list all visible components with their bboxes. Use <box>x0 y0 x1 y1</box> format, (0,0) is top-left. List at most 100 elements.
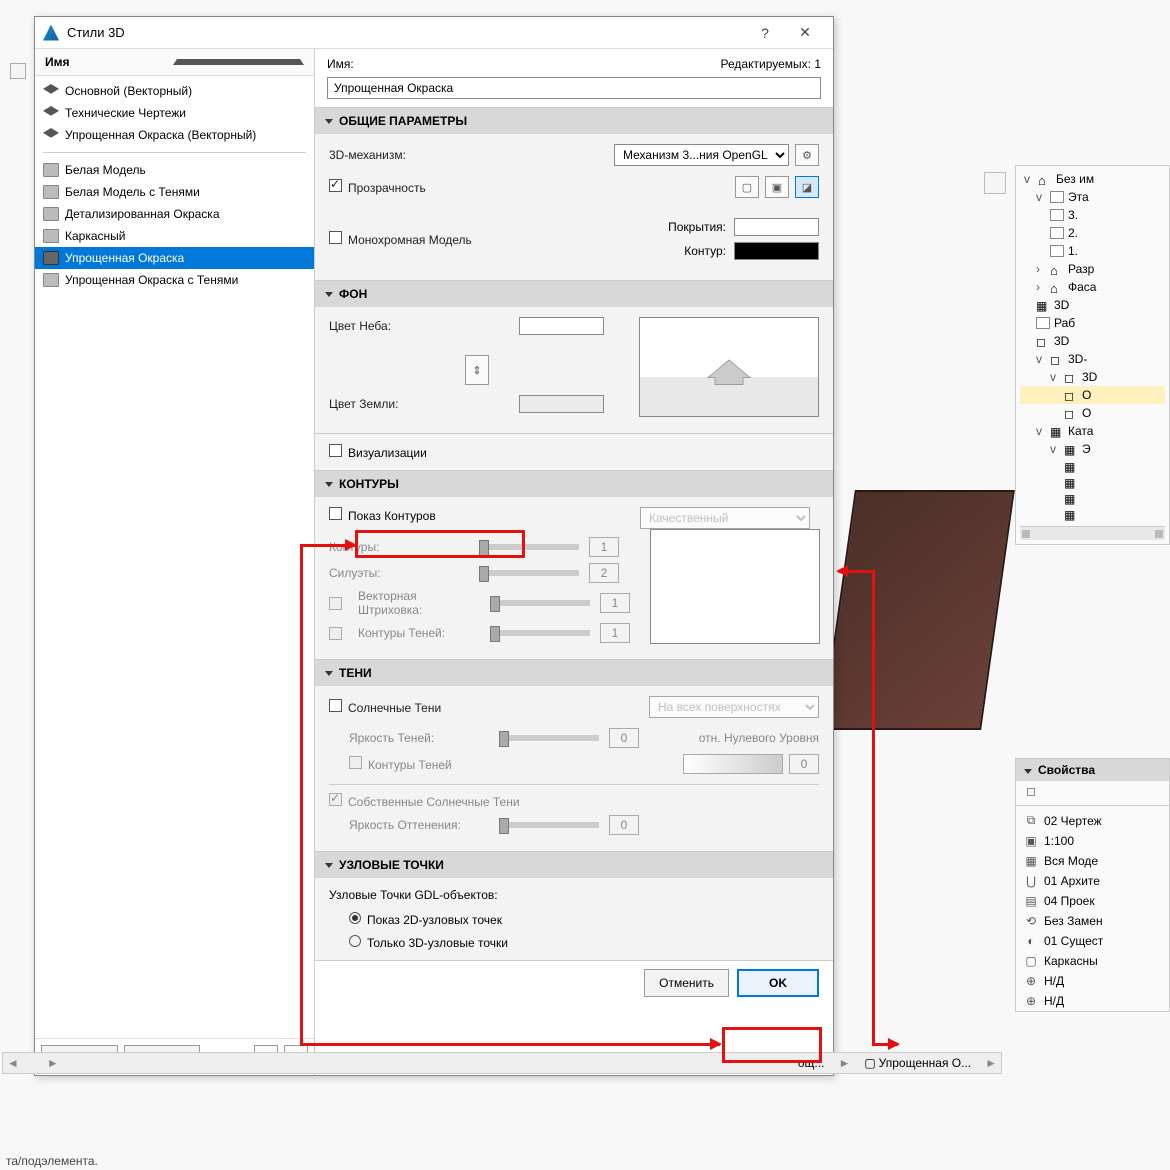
list-item[interactable]: Детализированная Окраска <box>35 203 314 225</box>
grid-icon <box>1064 443 1078 455</box>
style-icon <box>43 106 59 120</box>
style-icon <box>43 273 59 287</box>
props-item[interactable]: ⟲Без Замен <box>1016 911 1169 931</box>
transparency-mode-3-icon[interactable]: ◪ <box>795 176 819 198</box>
nav-item[interactable]: О <box>1020 404 1165 422</box>
gear-icon[interactable]: ⚙ <box>795 144 819 166</box>
props-header[interactable]: Свойства <box>1016 759 1169 781</box>
contours-value[interactable]: 1 <box>589 537 619 557</box>
list-item[interactable]: Белая Модель с Тенями <box>35 181 314 203</box>
nav-item[interactable] <box>1020 490 1165 506</box>
nav-item[interactable] <box>1020 506 1165 522</box>
nav-item[interactable]: vЭ <box>1020 440 1165 458</box>
status-bar: та/подэлемента. <box>0 1154 98 1168</box>
show-contours-checkbox[interactable] <box>329 507 342 520</box>
radio-2d-label: Показ 2D-узловых точек <box>367 913 502 927</box>
coating-swatch[interactable] <box>734 218 819 236</box>
nav-item[interactable]: v3D- <box>1020 350 1165 368</box>
name-input[interactable] <box>327 77 821 99</box>
nav-item[interactable]: 3. <box>1020 206 1165 224</box>
list-item-selected[interactable]: Упрощенная Окраска <box>35 247 314 269</box>
list-header[interactable]: Имя <box>35 49 314 76</box>
nav-item[interactable]: Раб <box>1020 314 1165 332</box>
list-item[interactable]: Белая Модель <box>35 159 314 181</box>
ground-swatch[interactable] <box>519 395 604 413</box>
cube-icon <box>1064 389 1078 401</box>
props-item[interactable]: ⊕Н/Д <box>1016 991 1169 1011</box>
list-item[interactable]: Технические Чертежи <box>35 102 314 124</box>
tab-prev-icon[interactable]: ◄ <box>7 1056 19 1070</box>
props-item[interactable]: ⋃01 Архите <box>1016 871 1169 891</box>
list-item[interactable]: Каркасный <box>35 225 314 247</box>
nav-item-selected[interactable]: О <box>1020 386 1165 404</box>
nav-item[interactable]: 3D <box>1020 332 1165 350</box>
list-item[interactable]: Упрощенная Окраска (Векторный) <box>35 124 314 146</box>
props-item[interactable]: ▣1:100 <box>1016 831 1169 851</box>
annotation-arrow <box>838 570 873 573</box>
shadow-contour-slider <box>490 630 590 636</box>
scrollbar-h[interactable] <box>1020 526 1165 540</box>
nav-item[interactable]: 3D <box>1020 296 1165 314</box>
navigator-view-icon[interactable] <box>984 172 1006 194</box>
props-item[interactable]: ⧉02 Чертеж <box>1016 810 1169 831</box>
tab[interactable]: ощ... <box>790 1054 833 1072</box>
close-button[interactable]: ✕ <box>785 24 825 41</box>
nav-item[interactable]: ›Разр <box>1020 260 1165 278</box>
list-item[interactable]: Упрощенная Окраска с Тенями <box>35 269 314 291</box>
transparency-mode-1-icon[interactable]: ▢ <box>735 176 759 198</box>
section-shadows-header[interactable]: ТЕНИ <box>315 660 833 686</box>
mono-checkbox[interactable] <box>329 231 342 244</box>
ok-button[interactable]: OK <box>737 969 819 997</box>
tab[interactable]: ▢ Упрощенная О... <box>856 1054 979 1072</box>
help-button[interactable]: ? <box>745 25 785 41</box>
radio-3d[interactable] <box>349 935 361 947</box>
nav-item[interactable]: 2. <box>1020 224 1165 242</box>
shadow-contour-value: 1 <box>600 623 630 643</box>
engine-select[interactable]: Механизм 3...ния OpenGL <box>614 144 789 166</box>
nav-item[interactable]: vКата <box>1020 422 1165 440</box>
cancel-button[interactable]: Отменить <box>644 969 729 997</box>
sun-shadow-checkbox[interactable] <box>329 699 342 712</box>
section-general-header[interactable]: ОБЩИЕ ПАРАМЕТРЫ <box>315 108 833 134</box>
nav-root[interactable]: vБез им <box>1020 170 1165 188</box>
props-item[interactable]: ⊕Н/Д <box>1016 971 1169 991</box>
props-item[interactable]: ◻ <box>1016 781 1169 801</box>
nav-item[interactable]: ›Фаса <box>1020 278 1165 296</box>
list-item[interactable]: Основной (Векторный) <box>35 80 314 102</box>
section-background-header[interactable]: ФОН <box>315 281 833 307</box>
radio-2d[interactable] <box>349 912 361 924</box>
transparency-checkbox[interactable] <box>329 179 342 192</box>
silhouette-value[interactable]: 2 <box>589 563 619 583</box>
transparency-mode-2-icon[interactable]: ▣ <box>765 176 789 198</box>
vector-hatch-slider <box>490 600 590 606</box>
cube-icon <box>1064 407 1078 419</box>
silhouette-slider[interactable] <box>479 570 579 576</box>
link-icon[interactable]: ⇕ <box>465 355 489 385</box>
contours-slider[interactable] <box>479 544 579 550</box>
styles-3d-dialog: Стили 3D ? ✕ Имя Основной (Векторный) Те… <box>34 16 834 1076</box>
nav-item[interactable] <box>1020 474 1165 490</box>
nav-item[interactable] <box>1020 458 1165 474</box>
props-item[interactable]: ▢Каркасны <box>1016 951 1169 971</box>
props-item[interactable]: ▦Вся Моде <box>1016 851 1169 871</box>
tab[interactable] <box>25 1061 41 1065</box>
nav-item[interactable]: 1. <box>1020 242 1165 260</box>
props-item[interactable]: ◐01 Сущест <box>1016 931 1169 951</box>
render-label: Визуализации <box>329 446 427 460</box>
right-toolbar <box>984 172 1006 194</box>
section-contours-header[interactable]: КОНТУРЫ <box>315 471 833 497</box>
render-checkbox[interactable] <box>329 444 342 457</box>
nav-item[interactable]: vЭта <box>1020 188 1165 206</box>
nav-item[interactable]: v3D <box>1020 368 1165 386</box>
tool-icon[interactable] <box>10 63 26 79</box>
contour-swatch[interactable] <box>734 242 819 260</box>
app-icon <box>43 25 59 41</box>
annotation-arrow <box>872 1043 898 1046</box>
section-nodes-header[interactable]: УЗЛОВЫЕ ТОЧКИ <box>315 852 833 878</box>
cube-icon: ◻ <box>1024 784 1038 798</box>
sky-swatch[interactable] <box>519 317 604 335</box>
props-item[interactable]: ▤04 Проек <box>1016 891 1169 911</box>
doc-icon <box>1050 209 1064 221</box>
grid-icon <box>1064 492 1078 504</box>
settings-pane: Имя: Редактируемых: 1 ОБЩИЕ ПАРАМЕТРЫ 3D… <box>315 49 833 1075</box>
